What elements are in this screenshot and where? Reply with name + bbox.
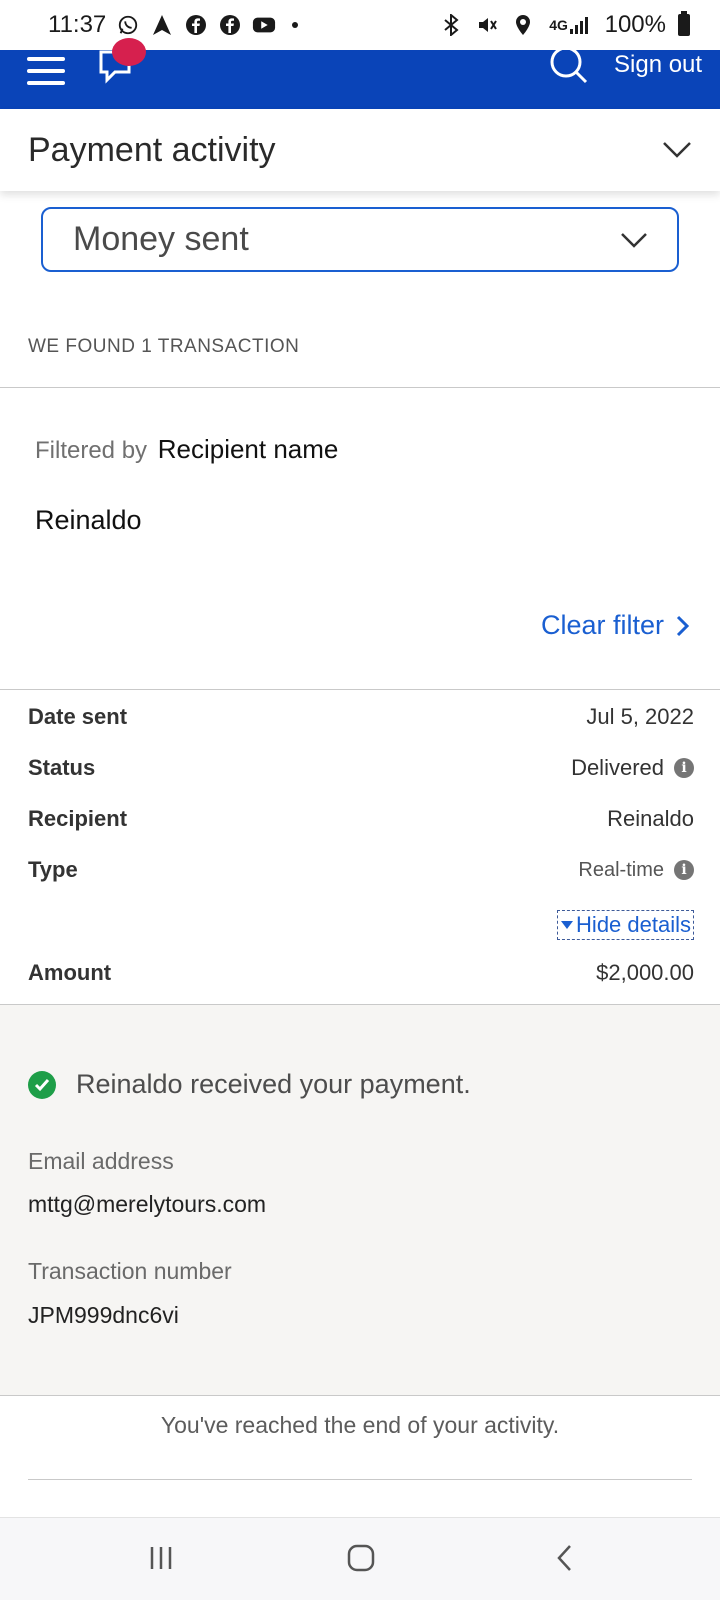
info-icon[interactable]: i — [674, 758, 694, 778]
filter-field: Recipient name — [157, 434, 339, 464]
date-sent-label: Date sent — [28, 704, 128, 729]
end-of-activity-text: You've reached the end of your activity. — [160, 1412, 560, 1438]
battery-icon — [678, 11, 690, 36]
signal-icon: 4G — [547, 13, 593, 37]
recipient-row: Recipient Reinaldo — [28, 806, 694, 832]
navigation-icon — [150, 13, 174, 37]
notification-badge — [112, 38, 146, 66]
hide-details-link[interactable]: Hide details — [557, 910, 694, 940]
back-icon[interactable] — [544, 1538, 584, 1578]
caret-down-icon — [561, 921, 574, 929]
sign-out-link[interactable]: Sign out — [614, 50, 702, 80]
status-left: 11:37 — [48, 11, 299, 39]
amount-value: $2,000.00 — [596, 960, 694, 985]
facebook-icon — [184, 13, 208, 37]
check-circle-icon — [28, 1070, 56, 1099]
whatsapp-icon — [116, 13, 140, 37]
status-value-group: Delivered i — [571, 755, 694, 781]
status-value: Delivered — [571, 755, 664, 780]
system-nav-bar — [0, 1517, 720, 1600]
network-label: 4G — [549, 17, 568, 33]
mute-icon — [475, 13, 499, 37]
chevron-down-icon — [619, 225, 649, 255]
recent-apps-icon[interactable] — [141, 1538, 181, 1578]
recipient-value: Reinaldo — [607, 806, 694, 831]
menu-icon[interactable] — [27, 55, 65, 87]
info-icon[interactable]: i — [674, 860, 694, 880]
clear-filter-label: Clear filter — [540, 610, 664, 640]
transaction-count: WE FOUND 1 TRANSACTION — [28, 336, 300, 357]
type-label: Type — [28, 857, 78, 882]
date-sent-row: Date sent Jul 5, 2022 — [28, 704, 694, 730]
divider — [0, 387, 720, 388]
status-right: 4G 100% — [439, 11, 690, 39]
home-icon[interactable] — [341, 1538, 381, 1578]
location-icon — [511, 13, 535, 37]
clear-filter-button[interactable]: Clear filter — [541, 610, 690, 641]
email-value: mttg@merelytours.com — [28, 1191, 267, 1217]
divider — [28, 1479, 692, 1480]
search-icon[interactable] — [548, 46, 588, 86]
confirmation-text: Reinaldo received your payment. — [76, 1069, 471, 1099]
type-value-group: Real-time i — [578, 859, 694, 882]
facebook-icon — [218, 13, 242, 37]
battery-percent: 100% — [604, 11, 666, 38]
filter-summary: Filtered by Recipient name — [35, 434, 338, 465]
confirmation-message: Reinaldo received your payment. — [28, 1069, 471, 1100]
status-bar: 11:37 4G 100% — [0, 0, 720, 50]
filtered-by-label: Filtered by — [35, 437, 148, 464]
date-sent-value: Jul 5, 2022 — [586, 704, 694, 729]
transaction-number-label: Transaction number — [28, 1258, 232, 1284]
type-row: Type Real-time i — [28, 857, 694, 883]
activity-type-select[interactable]: Money sent — [41, 207, 679, 272]
amount-row: Amount $2,000.00 — [28, 960, 694, 986]
notification-dot — [292, 22, 299, 28]
amount-label: Amount — [28, 960, 112, 985]
divider — [0, 689, 720, 690]
transaction-number-value: JPM999dnc6vi — [28, 1302, 179, 1328]
chevron-right-icon — [676, 615, 690, 636]
hide-details-label: Hide details — [576, 912, 691, 937]
payment-details-panel: Reinaldo received your payment. Email ad… — [0, 1004, 720, 1396]
status-label: Status — [28, 755, 96, 780]
page-title: Payment activity — [28, 130, 276, 169]
type-value: Real-time — [578, 858, 664, 881]
activity-type-value: Money sent — [73, 220, 249, 258]
recipient-label: Recipient — [28, 806, 128, 831]
youtube-icon — [252, 13, 276, 37]
bluetooth-icon — [439, 13, 463, 37]
app-header: Sign out — [0, 38, 720, 109]
payment-activity-header[interactable]: Payment activity — [0, 109, 720, 191]
chevron-down-icon[interactable] — [662, 135, 692, 165]
status-row: Status Delivered i — [28, 755, 694, 781]
email-label: Email address — [28, 1148, 174, 1174]
filter-value: Reinaldo — [35, 505, 142, 535]
status-time: 11:37 — [48, 11, 107, 38]
